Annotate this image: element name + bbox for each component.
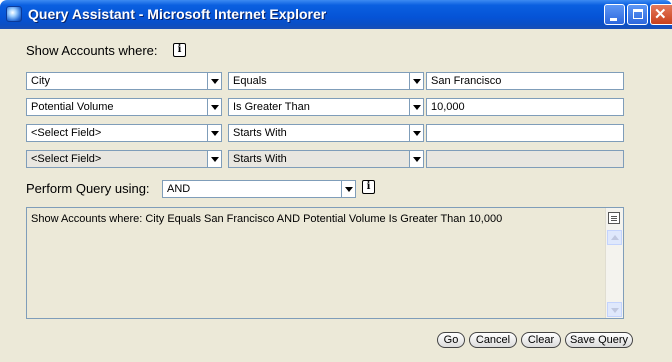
info-icon[interactable]: i — [362, 180, 375, 194]
chevron-down-icon[interactable] — [409, 73, 423, 89]
value-input-1[interactable] — [426, 72, 624, 90]
field-select-2[interactable]: Potential Volume — [26, 98, 222, 116]
close-button[interactable]: ✕ — [650, 4, 672, 25]
go-button[interactable]: Go — [437, 332, 465, 348]
dialog-body: Show Accounts where: i City Equals Poten… — [0, 29, 672, 362]
list-icon[interactable] — [608, 212, 620, 224]
chevron-down-icon[interactable] — [207, 151, 221, 167]
clear-button[interactable]: Clear — [521, 332, 561, 348]
value-input-3[interactable] — [426, 124, 624, 142]
chevron-down-icon[interactable] — [409, 99, 423, 115]
operator-select-4[interactable]: Starts With — [228, 150, 424, 168]
field-select-1[interactable]: City — [26, 72, 222, 90]
query-summary-box[interactable]: Show Accounts where: City Equals San Fra… — [26, 207, 624, 319]
maximize-button[interactable] — [627, 4, 648, 25]
scroll-up-arrow-icon[interactable] — [607, 230, 622, 245]
show-accounts-label: Show Accounts where: — [26, 43, 158, 58]
status-strip — [0, 351, 672, 362]
operator-select-1[interactable]: Equals — [228, 72, 424, 90]
save-query-button[interactable]: Save Query — [565, 332, 633, 348]
field-select-4[interactable]: <Select Field> — [26, 150, 222, 168]
ie-page-icon — [6, 6, 22, 22]
minimize-icon — [610, 18, 617, 21]
window-title: Query Assistant - Microsoft Internet Exp… — [28, 6, 327, 22]
info-icon[interactable]: i — [173, 43, 186, 57]
maximize-icon — [633, 9, 643, 19]
chevron-down-icon[interactable] — [341, 181, 355, 197]
query-summary-text: Show Accounts where: City Equals San Fra… — [31, 213, 503, 225]
perform-query-label: Perform Query using: — [26, 181, 150, 196]
chevron-down-icon[interactable] — [207, 73, 221, 89]
chevron-down-icon[interactable] — [207, 99, 221, 115]
operator-select-2[interactable]: Is Greater Than — [228, 98, 424, 116]
value-input-2[interactable] — [426, 98, 624, 116]
chevron-down-icon[interactable] — [207, 125, 221, 141]
minimize-button[interactable] — [604, 4, 625, 25]
chevron-down-icon[interactable] — [409, 125, 423, 141]
button-bar: Go Cancel Clear Save Query — [0, 327, 672, 351]
value-input-4[interactable] — [426, 150, 624, 168]
chevron-down-icon[interactable] — [409, 151, 423, 167]
close-icon: ✕ — [654, 6, 667, 23]
vertical-scrollbar[interactable] — [605, 208, 623, 318]
scroll-down-arrow-icon[interactable] — [607, 302, 622, 317]
operator-select-3[interactable]: Starts With — [228, 124, 424, 142]
window-titlebar[interactable]: Query Assistant - Microsoft Internet Exp… — [0, 0, 672, 29]
field-select-3[interactable]: <Select Field> — [26, 124, 222, 142]
cancel-button[interactable]: Cancel — [469, 332, 517, 348]
logic-operator-select[interactable]: AND — [162, 180, 356, 198]
